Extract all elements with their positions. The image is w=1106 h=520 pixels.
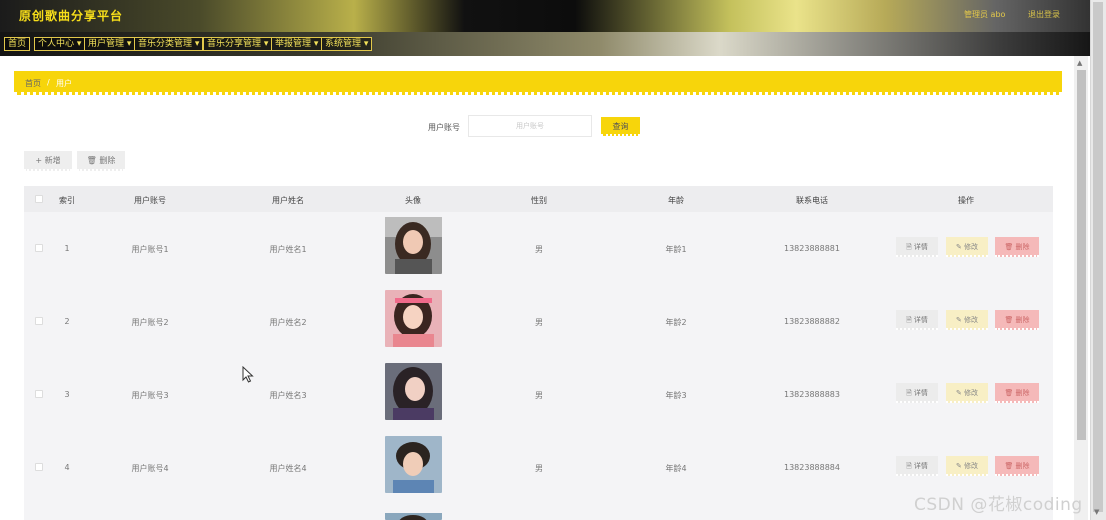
row-gender: 男 xyxy=(535,318,543,327)
column-name: 用户姓名 xyxy=(272,196,304,205)
search-button[interactable]: 查询 xyxy=(601,117,640,136)
edit-button[interactable]: ✎ 修改 xyxy=(946,456,988,476)
nav-user-management[interactable]: 用户管理 ▾ xyxy=(84,37,136,51)
row-age: 年龄2 xyxy=(665,318,687,327)
breadcrumb-home[interactable]: 首页 xyxy=(25,78,41,89)
row-account: 用户账号4 xyxy=(131,464,169,473)
detail-button[interactable]: 🗎 详情 xyxy=(896,383,938,403)
add-button[interactable]: + 新增 xyxy=(24,151,72,171)
column-avatar: 头像 xyxy=(405,196,421,205)
row-index: 4 xyxy=(64,463,70,472)
row-account: 用户账号1 xyxy=(131,245,169,254)
row-gender: 男 xyxy=(535,391,543,400)
row-account: 用户账号3 xyxy=(131,391,169,400)
admin-username: 管理员 abo xyxy=(964,10,1006,19)
nav-music-category-management[interactable]: 音乐分类管理 ▾ xyxy=(134,37,204,51)
avatar xyxy=(385,363,442,420)
nav-music-share-management[interactable]: 音乐分享管理 ▾ xyxy=(203,37,273,51)
column-age: 年龄 xyxy=(668,196,684,205)
row-delete-button[interactable]: 🗑 删除 xyxy=(995,383,1039,403)
breadcrumb-separator: / xyxy=(47,78,50,87)
app-title: 原创歌曲分享平台 xyxy=(19,9,124,23)
search-label: 用户账号 xyxy=(428,123,460,132)
logout-link[interactable]: 退出登录 xyxy=(1028,9,1060,20)
delete-button[interactable]: 🗑 删除 xyxy=(77,151,125,171)
row-checkbox[interactable] xyxy=(35,463,43,471)
row-phone: 13823888881 xyxy=(784,244,840,253)
row-checkbox[interactable] xyxy=(35,244,43,252)
mouse-cursor-icon xyxy=(242,365,254,387)
column-account: 用户账号 xyxy=(134,196,166,205)
row-index: 1 xyxy=(64,244,70,253)
edit-button[interactable]: ✎ 修改 xyxy=(946,237,988,257)
avatar xyxy=(385,436,442,493)
row-delete-button[interactable]: 🗑 删除 xyxy=(995,456,1039,476)
nav-personal-center[interactable]: 个人中心 ▾ xyxy=(34,37,86,51)
column-gender: 性别 xyxy=(531,196,547,205)
select-all-checkbox[interactable] xyxy=(35,195,43,203)
row-delete-button[interactable]: 🗑 删除 xyxy=(995,237,1039,257)
nav-report-management[interactable]: 举报管理 ▾ xyxy=(271,37,323,51)
row-age: 年龄3 xyxy=(665,391,687,400)
row-checkbox[interactable] xyxy=(35,390,43,398)
row-age: 年龄4 xyxy=(665,464,687,473)
watermark: CSDN @花椒coding xyxy=(914,495,1083,515)
column-index: 索引 xyxy=(59,196,75,205)
breadcrumb: 首页 / 用户 xyxy=(14,71,1062,95)
edit-button[interactable]: ✎ 修改 xyxy=(946,310,988,330)
scroll-up-icon[interactable]: ▲ xyxy=(1077,59,1082,67)
avatar xyxy=(385,290,442,347)
row-index: 3 xyxy=(64,390,70,399)
top-header: 原创歌曲分享平台 管理员 abo 退出登录 xyxy=(0,0,1106,32)
row-checkbox[interactable] xyxy=(35,317,43,325)
edit-button[interactable]: ✎ 修改 xyxy=(946,383,988,403)
content-scrollbar-thumb[interactable] xyxy=(1077,70,1086,440)
row-account: 用户账号2 xyxy=(131,318,169,327)
nav-system-management[interactable]: 系统管理 ▾ xyxy=(321,37,373,51)
row-phone: 13823888884 xyxy=(784,463,840,472)
row-name: 用户姓名3 xyxy=(269,391,307,400)
nav-home[interactable]: 首页 xyxy=(4,37,31,51)
column-phone: 联系电话 xyxy=(796,196,828,205)
window-scrollbar-thumb[interactable] xyxy=(1093,2,1103,512)
breadcrumb-current: 用户 xyxy=(56,79,72,88)
row-age: 年龄1 xyxy=(665,245,687,254)
row-name: 用户姓名2 xyxy=(269,318,307,327)
row-name: 用户姓名1 xyxy=(269,245,307,254)
scroll-down-icon[interactable]: ▼ xyxy=(1094,508,1099,516)
avatar xyxy=(385,509,442,520)
row-index: 2 xyxy=(64,317,70,326)
row-gender: 男 xyxy=(535,245,543,254)
row-phone: 13823888883 xyxy=(784,390,840,399)
row-gender: 男 xyxy=(535,464,543,473)
row-name: 用户姓名4 xyxy=(269,464,307,473)
row-delete-button[interactable]: 🗑 删除 xyxy=(995,310,1039,330)
avatar xyxy=(385,217,442,274)
detail-button[interactable]: 🗎 详情 xyxy=(896,456,938,476)
detail-button[interactable]: 🗎 详情 xyxy=(896,310,938,330)
main-nav: 首页 个人中心 ▾ 用户管理 ▾ 音乐分类管理 ▾ 音乐分享管理 ▾ 举报管理 … xyxy=(0,32,1090,56)
search-account-input[interactable] xyxy=(468,115,592,137)
detail-button[interactable]: 🗎 详情 xyxy=(896,237,938,257)
row-phone: 13823888882 xyxy=(784,317,840,326)
column-actions: 操作 xyxy=(958,196,974,205)
